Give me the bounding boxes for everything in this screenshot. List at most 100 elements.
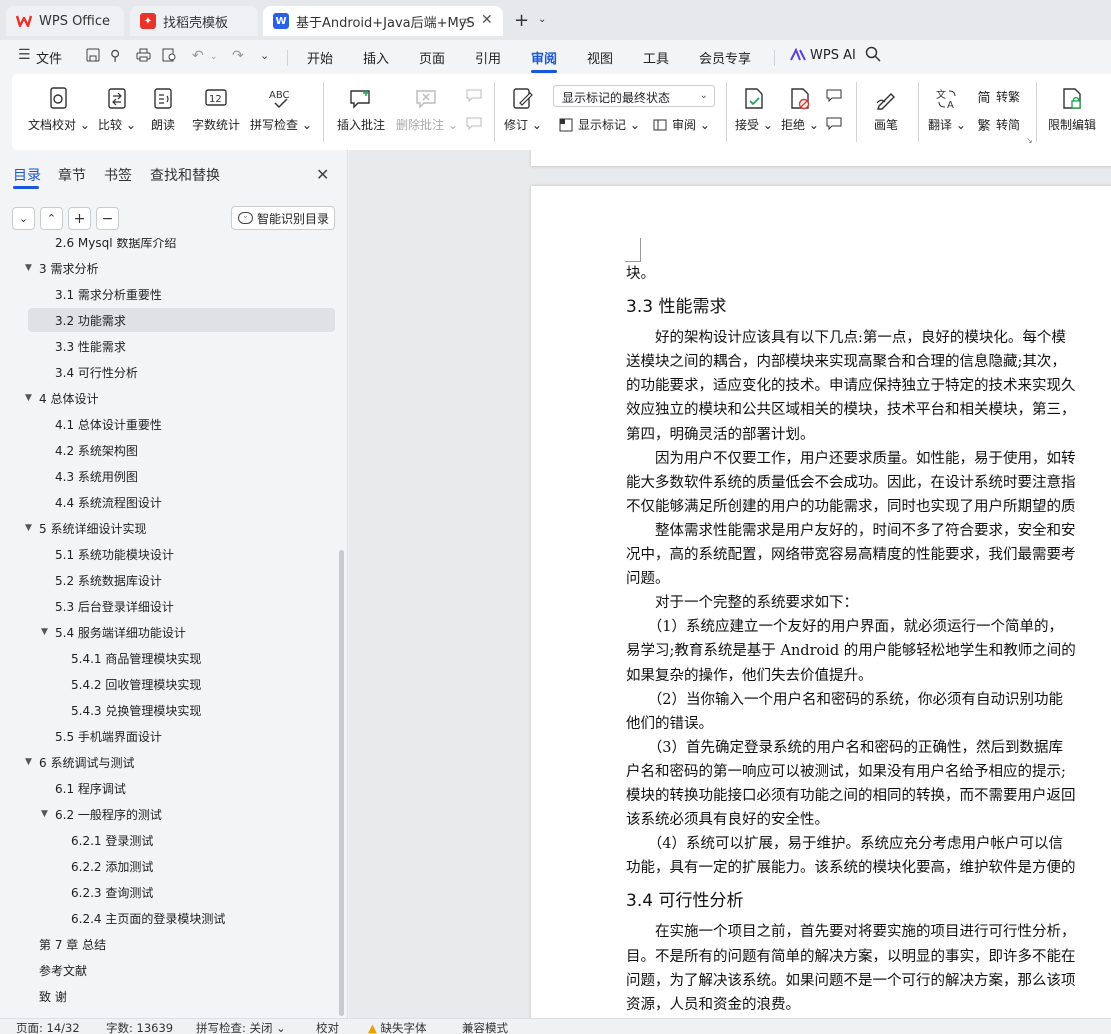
document-page[interactable]: 块。 3.3 性能需求 好的架构设计应该具有以下几点:第一点，良好的模块化。每个模… [531, 186, 1111, 1018]
tab-bookmarks[interactable]: 书签 [104, 165, 132, 185]
toc-item[interactable]: 4.1 总体设计重要性 [0, 412, 335, 436]
tab-toc[interactable]: 目录 [13, 165, 41, 185]
wps-ai-icon[interactable] [790, 47, 806, 66]
print-preview-icon[interactable] [162, 48, 177, 66]
dialog-launcher-icon[interactable]: ↘ [1026, 136, 1033, 145]
tab-chapters[interactable]: 章节 [58, 165, 86, 185]
review-pane-button[interactable]: 审阅 ⌄ [652, 116, 710, 133]
close-icon[interactable]: ✕ [316, 165, 329, 184]
menu-page[interactable]: 页面 [419, 48, 445, 67]
menu-wps-ai[interactable]: WPS AI [810, 48, 856, 63]
accept-button[interactable]: 接受 ⌄ [734, 86, 774, 133]
toc-item[interactable]: 3.2 功能需求 [28, 308, 335, 332]
expand-arrow-icon[interactable]: ▼ [41, 809, 48, 819]
tab-wps-office[interactable]: WPS Office [6, 6, 124, 36]
close-tab-icon[interactable]: ✕ [481, 12, 493, 28]
insert-comment-button[interactable]: 插入批注 [334, 86, 388, 133]
new-tab-plus-icon[interactable]: + [514, 10, 529, 31]
toc-item[interactable]: 5.3 后台登录详细设计 [0, 594, 335, 618]
to-simplified-button[interactable]: 繁 转简 [976, 116, 1020, 134]
expand-up-button[interactable]: ⌃ [40, 207, 63, 230]
redo-icon[interactable]: ↷ [232, 48, 244, 64]
toc-item[interactable]: 5.5 手机端界面设计 [0, 724, 335, 748]
sidebar-scrollbar[interactable] [339, 550, 344, 1016]
toc-item[interactable]: 4.2 系统架构图 [0, 438, 335, 462]
menu-reference[interactable]: 引用 [475, 48, 501, 67]
toc-item[interactable]: 5.2 系统数据库设计 [0, 568, 335, 592]
read-aloud-button[interactable]: 朗读 [146, 86, 180, 133]
menu-start[interactable]: 开始 [307, 48, 333, 67]
page-indicator[interactable]: 页面: 14/32 [16, 1020, 80, 1034]
compare-button[interactable]: 比较 ⌄ [96, 86, 138, 133]
toc-item[interactable]: 致 谢 [0, 984, 335, 1008]
expand-arrow-icon[interactable]: ▼ [25, 523, 32, 533]
toc-item[interactable]: 6.1 程序调试 [0, 776, 335, 800]
spell-check-status[interactable]: 拼写检查: 关闭 ⌄ [196, 1020, 286, 1034]
hamburger-icon[interactable]: ☰ [18, 47, 31, 63]
missing-font-status[interactable]: ▲ 缺失字体 [368, 1020, 427, 1034]
next-comment-icon[interactable] [466, 116, 482, 134]
toc-item[interactable]: 参考文献 [0, 958, 335, 982]
menu-view[interactable]: 视图 [587, 48, 613, 67]
menu-review[interactable]: 审阅 [531, 48, 557, 67]
add-heading-button[interactable]: + [68, 207, 91, 230]
expand-arrow-icon[interactable]: ▼ [25, 393, 32, 403]
proof-status[interactable]: 校对 [316, 1020, 339, 1034]
toc-item[interactable]: 3.3 性能需求 [0, 334, 335, 358]
undo-icon[interactable]: ↶ [192, 48, 204, 64]
toc-item[interactable]: ▼ 6.2 一般程序的测试 [0, 802, 335, 826]
toc-item[interactable]: 2.6 Mysql 数据库介绍 [0, 238, 335, 254]
toc-item[interactable]: 3.1 需求分析重要性 [0, 282, 335, 306]
restrict-edit-button[interactable]: 限制编辑 [1044, 86, 1100, 133]
toc-item[interactable]: 6.2.2 添加测试 [0, 854, 335, 878]
toc-item[interactable]: 4.3 系统用例图 [0, 464, 335, 488]
word-count-indicator[interactable]: 字数: 13639 [106, 1020, 173, 1034]
toc-item[interactable]: ▼ 4 总体设计 [0, 386, 335, 410]
delete-comment-button[interactable]: 删除批注 ⌄ [394, 86, 460, 133]
collapse-all-button[interactable]: ⌄ [12, 207, 35, 230]
search-icon[interactable] [865, 46, 881, 66]
prev-comment-icon[interactable] [466, 88, 482, 106]
toc-item[interactable]: 6.2.4 主页面的登录模块测试 [0, 906, 335, 930]
expand-arrow-icon[interactable]: ▼ [25, 263, 32, 273]
pen-button[interactable]: 画笔 [866, 86, 906, 133]
toc-item[interactable]: 4.4 系统流程图设计 [0, 490, 335, 514]
next-change-icon[interactable] [826, 116, 842, 134]
tab-find-replace[interactable]: 查找和替换 [150, 165, 220, 185]
more-chevron-icon[interactable]: ⌄ [260, 49, 269, 62]
doc-check-button[interactable]: 文档校对 ⌄ [28, 86, 90, 133]
expand-arrow-icon[interactable]: ▼ [41, 627, 48, 637]
menu-tools[interactable]: 工具 [643, 48, 669, 67]
menu-member[interactable]: 会员专享 [699, 48, 751, 67]
toc-item[interactable]: ▼ 5.4 服务端详细功能设计 [0, 620, 335, 644]
tab-template[interactable]: ✦ 找稻壳模板 [130, 6, 258, 36]
chevron-down-icon[interactable]: ⌄ [538, 14, 546, 25]
reject-button[interactable]: 拒绝 ⌄ [780, 86, 820, 133]
word-count-button[interactable]: 12 字数统计 [188, 86, 244, 133]
menu-file[interactable]: 文件 [36, 48, 62, 67]
toc-item[interactable]: 5.1 系统功能模块设计 [0, 542, 335, 566]
toc-item[interactable]: ▼ 5 系统详细设计实现 [0, 516, 335, 540]
translate-button[interactable]: 文A 翻译 ⌄ [926, 86, 968, 133]
toc-item[interactable]: 6.2.3 查询测试 [0, 880, 335, 904]
menu-insert[interactable]: 插入 [363, 48, 389, 67]
smart-toc-button[interactable]: ᵕ 智能识别目录 [231, 206, 335, 230]
toc-item[interactable]: ▼ 6 系统调试与测试 [0, 750, 335, 774]
to-traditional-button[interactable]: 简 转繁 [976, 88, 1020, 106]
screen-icon[interactable]: ▭ [459, 13, 470, 27]
remove-heading-button[interactable]: − [96, 207, 119, 230]
spell-check-button[interactable]: ABC 拼写检查 ⌄ [250, 86, 312, 133]
tab-document[interactable]: W 基于Android+Java后端+MyS ▭ ✕ [263, 6, 503, 36]
toc-item[interactable]: 3.4 可行性分析 [0, 360, 335, 384]
toc-item[interactable]: 5.4.1 商品管理模块实现 [0, 646, 335, 670]
markup-state-select[interactable]: 显示标记的最终状态 ⌄ [553, 85, 715, 107]
compat-mode-status[interactable]: 兼容模式 [462, 1020, 508, 1034]
revise-button[interactable]: 修订 ⌄ [502, 86, 544, 133]
undo-chevron-icon[interactable]: ⌄ [210, 52, 218, 62]
toc-item[interactable]: 5.4.3 兑换管理模块实现 [0, 698, 335, 722]
toc-item[interactable]: 5.4.2 回收管理模块实现 [0, 672, 335, 696]
share-icon[interactable]: ⚲ [110, 48, 120, 64]
toc-item[interactable]: 6.2.1 登录测试 [0, 828, 335, 852]
toc-item[interactable]: 第 7 章 总结 [0, 932, 335, 956]
toc-item[interactable]: ▼ 3 需求分析 [0, 256, 335, 280]
